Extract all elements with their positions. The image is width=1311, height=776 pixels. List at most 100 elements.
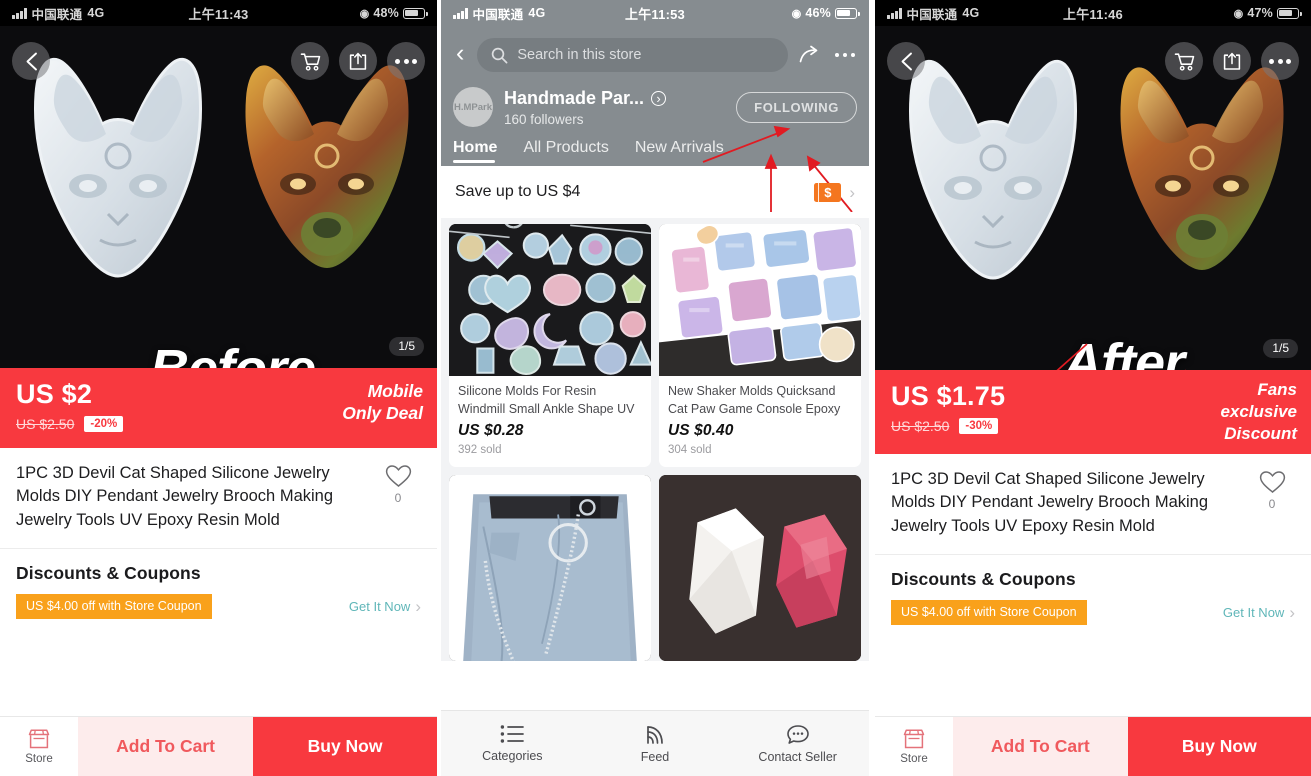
cast-resin-cat-head xyxy=(245,65,409,268)
more-button[interactable] xyxy=(387,42,425,80)
product-card-price: US $0.40 xyxy=(668,422,734,439)
product-card[interactable] xyxy=(659,475,861,661)
store-name-row[interactable]: Handmade Par... › xyxy=(504,88,725,109)
tabbar-label-feed: Feed xyxy=(640,749,670,764)
store-icon xyxy=(903,729,925,749)
status-left-group: 中国联通 4G xyxy=(12,4,104,23)
rss-icon xyxy=(647,725,663,744)
location-icon: ◉ xyxy=(791,7,802,20)
product-image xyxy=(449,224,651,376)
after-overlay-label: After xyxy=(1063,333,1185,370)
add-to-cart-button[interactable]: Add To Cart xyxy=(78,717,254,776)
carrier-label: 中国联通 xyxy=(906,7,958,22)
store-coupon-chip[interactable]: US $4.00 off with Store Coupon xyxy=(16,594,212,620)
back-button[interactable] xyxy=(12,42,50,80)
product-card[interactable]: Silicone Molds For Resin Windmill Small … xyxy=(449,224,651,467)
get-it-now-link[interactable]: Get It Now › xyxy=(1223,604,1295,621)
cart-button[interactable] xyxy=(291,42,329,80)
tabbar-label-categories: Categories xyxy=(482,749,543,763)
more-button[interactable] xyxy=(1261,42,1299,80)
search-icon xyxy=(492,47,508,63)
save-banner[interactable]: Save up to US $4 $ › xyxy=(441,166,869,218)
battery-icon xyxy=(835,7,860,19)
product-card-title: New Shaker Molds Quicksand Cat Paw Game … xyxy=(668,384,841,416)
location-icon: ◉ xyxy=(1233,7,1244,20)
right-action-bar: Store Add To Cart Buy Now xyxy=(875,716,1311,776)
store-button[interactable]: Store xyxy=(875,717,953,776)
chevron-right-icon: › xyxy=(849,182,855,202)
right-coupons-section[interactable]: Discounts & Coupons US $4.00 off with St… xyxy=(875,555,1311,635)
heart-icon xyxy=(385,465,411,487)
deal-tag-line2: exclusive xyxy=(1220,402,1297,422)
product-card-sold: 304 sold xyxy=(668,444,712,456)
left-phone-panel: 中国联通 4G 上午11:43 ◉ 48% 1/5 US $2 US $2.50… xyxy=(0,0,437,776)
tab-home[interactable]: Home xyxy=(453,139,497,166)
left-status-bar: 中国联通 4G 上午11:43 ◉ 48% xyxy=(0,0,437,26)
tabbar-item-categories[interactable]: Categories xyxy=(441,724,584,763)
store-tabs: Home All Products New Arrivals xyxy=(453,131,857,166)
cast-resin-cat-head xyxy=(1120,67,1284,270)
store-coupon-chip[interactable]: US $4.00 off with Store Coupon xyxy=(891,600,1087,626)
share-button[interactable] xyxy=(339,42,377,80)
coupons-heading: Discounts & Coupons xyxy=(891,569,1076,590)
save-banner-text: Save up to US $4 xyxy=(455,183,581,200)
tabbar-item-feed[interactable]: Feed xyxy=(584,724,727,764)
three-panel-screenshot: 中国联通 4G 上午11:43 ◉ 48% 1/5 US $2 US $2.50… xyxy=(0,0,1311,776)
share-arrow-icon xyxy=(799,45,817,63)
tab-new-arrivals[interactable]: New Arrivals xyxy=(635,139,724,166)
more-icon xyxy=(1269,58,1291,64)
right-price-banner: US $1.75 US $2.50 -30% Fans exclusive Di… xyxy=(875,370,1311,454)
tab-all-products[interactable]: All Products xyxy=(523,139,608,166)
favorite-count: 0 xyxy=(1268,497,1276,511)
left-action-bar: Store Add To Cart Buy Now xyxy=(0,716,437,776)
more-icon xyxy=(395,58,417,64)
left-nav-row xyxy=(0,34,437,88)
gallery-page-indicator: 1/5 xyxy=(389,336,424,356)
share-icon xyxy=(1223,52,1241,70)
network-label: 4G xyxy=(528,6,546,20)
back-button[interactable]: ‹ xyxy=(453,41,467,69)
buy-now-button[interactable]: Buy Now xyxy=(1127,717,1311,776)
original-price: US $2.50 xyxy=(16,415,75,432)
clock-label: 上午11:43 xyxy=(188,6,249,22)
tabbar-item-contact-seller[interactable]: Contact Seller xyxy=(726,724,869,764)
crystal-mold-photo xyxy=(659,475,861,661)
product-title: 1PC 3D Devil Cat Shaped Silicone Jewelry… xyxy=(891,470,1209,535)
store-icon xyxy=(28,729,50,749)
store-button[interactable]: Store xyxy=(0,717,78,776)
following-button[interactable]: FOLLOWING xyxy=(736,91,857,123)
right-title-block: 1PC 3D Devil Cat Shaped Silicone Jewelry… xyxy=(875,454,1311,548)
battery-percent-label: 46% xyxy=(805,6,831,20)
left-coupons-section[interactable]: Discounts & Coupons US $4.00 off with St… xyxy=(0,549,437,629)
store-button-label: Store xyxy=(25,753,53,765)
share-button[interactable] xyxy=(1213,42,1251,80)
chevron-left-icon xyxy=(26,52,37,70)
favorite-button[interactable]: 0 xyxy=(1249,468,1295,538)
cart-icon xyxy=(300,52,320,71)
add-to-cart-button[interactable]: Add To Cart xyxy=(953,717,1128,776)
product-image xyxy=(659,224,861,376)
store-avatar: H.MPark xyxy=(453,87,493,127)
cart-icon xyxy=(1174,52,1194,71)
store-detail-arrow-icon: › xyxy=(651,90,667,106)
buy-now-button[interactable]: Buy Now xyxy=(253,717,437,776)
product-card[interactable] xyxy=(449,475,651,661)
search-input[interactable]: Search in this store xyxy=(477,38,788,72)
cart-button[interactable] xyxy=(1165,42,1203,80)
share-button[interactable] xyxy=(798,45,823,65)
more-button[interactable] xyxy=(833,52,858,58)
product-card[interactable]: New Shaker Molds Quicksand Cat Paw Game … xyxy=(659,224,861,467)
left-product-gallery[interactable]: Before 1/5 xyxy=(0,26,437,368)
status-right-group: ◉ 48% xyxy=(360,6,428,20)
battery-percent-label: 48% xyxy=(373,6,399,20)
deal-tag-line3: Discount xyxy=(1224,424,1297,444)
right-product-gallery[interactable]: After 1/5 xyxy=(875,26,1311,370)
original-price: US $2.50 xyxy=(891,417,950,434)
chevron-right-icon: › xyxy=(415,597,421,617)
deal-tag-line1: Fans xyxy=(1257,380,1297,399)
get-it-now-link[interactable]: Get It Now › xyxy=(349,598,421,615)
chevron-right-icon: › xyxy=(1289,603,1295,623)
back-button[interactable] xyxy=(887,42,925,80)
favorite-button[interactable]: 0 xyxy=(375,462,421,532)
mid-phone-panel: 中国联通 4G 上午11:53 ◉ 46% ‹ Search in this s… xyxy=(441,0,869,776)
